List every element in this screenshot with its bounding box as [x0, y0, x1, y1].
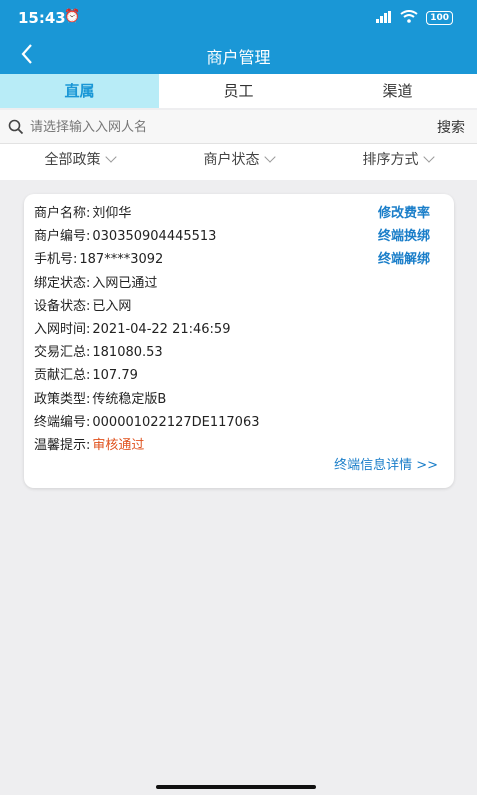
field-label: 温馨提示: — [34, 437, 91, 453]
search-input[interactable] — [30, 115, 420, 139]
merchant-info: 商户名称: 刘仰华 商户编号: 030350904445513 手机号: 187***… — [34, 202, 260, 457]
device-status: 已入网 — [92, 298, 132, 314]
home-indicator[interactable] — [156, 785, 316, 789]
trade-total: 181080.53 — [92, 345, 163, 361]
info-row-policy: 政策类型: 传统稳定版B — [34, 388, 260, 411]
join-time: 2021-04-22 21:46:59 — [92, 321, 231, 337]
search-icon — [8, 119, 24, 135]
terminal-detail-link[interactable]: 终端信息详情 >> — [334, 454, 438, 473]
review-status: 审核通过 — [92, 437, 145, 453]
info-row-name: 商户名称: 刘仰华 — [34, 202, 260, 225]
field-label: 手机号: — [34, 252, 78, 268]
filter-label: 全部政策 — [44, 152, 101, 168]
phone-number: 187****3092 — [79, 252, 164, 268]
merchant-id: 030350904445513 — [92, 229, 217, 245]
terminal-rebind-button[interactable]: 终端换绑 — [378, 225, 430, 248]
merchant-actions: 修改费率 终端换绑 终端解绑 — [378, 202, 430, 271]
filter-sort[interactable]: 排序方式 — [318, 144, 477, 180]
info-row-id: 商户编号: 030350904445513 — [34, 225, 260, 248]
filter-merchant-status[interactable]: 商户状态 — [159, 144, 318, 180]
filter-label: 商户状态 — [203, 152, 260, 168]
signal-icon — [376, 10, 392, 26]
info-row-join-time: 入网时间: 2021-04-22 21:46:59 — [34, 318, 260, 341]
field-label: 贡献汇总: — [34, 368, 91, 384]
status-bar: 15:43 ⏰ 100 — [0, 0, 477, 32]
filter-label: 排序方式 — [362, 152, 419, 168]
filter-bar: 全部政策 商户状态 排序方式 — [0, 144, 477, 180]
app-header: 15:43 ⏰ 100 商户管理 — [0, 0, 477, 74]
field-label: 入网时间: — [34, 321, 91, 337]
merchant-name: 刘仰华 — [92, 206, 132, 221]
tab-bar: 直属 员工 渠道 — [0, 74, 477, 108]
alarm-icon: ⏰ — [64, 9, 81, 24]
tab-channel[interactable]: 渠道 — [318, 74, 477, 108]
field-label: 绑定状态: — [34, 275, 91, 291]
system-icons: 100 — [376, 10, 453, 26]
tab-staff[interactable]: 员工 — [159, 74, 318, 108]
info-row-phone: 手机号: 187****3092 — [34, 248, 260, 271]
info-row-trade-total: 交易汇总: 181080.53 — [34, 341, 260, 364]
bind-status: 入网已通过 — [92, 275, 158, 291]
page-title: 商户管理 — [206, 48, 271, 67]
field-label: 商户编号: — [34, 229, 91, 245]
modify-rate-button[interactable]: 修改费率 — [378, 202, 430, 225]
field-label: 交易汇总: — [34, 345, 91, 361]
field-label: 商户名称: — [34, 206, 91, 221]
chevron-down-icon — [104, 151, 117, 163]
tab-direct[interactable]: 直属 — [0, 74, 159, 108]
search-button[interactable]: 搜索 — [437, 117, 465, 137]
merchant-card: 商户名称: 刘仰华 商户编号: 030350904445513 手机号: 187***… — [24, 194, 454, 488]
field-label: 设备状态: — [34, 298, 91, 314]
field-label: 终端编号: — [34, 414, 91, 430]
terminal-id: 000001022127DE117063 — [92, 414, 260, 430]
terminal-unbind-button[interactable]: 终端解绑 — [378, 248, 430, 271]
info-row-terminal: 终端编号: 000001022127DE117063 — [34, 411, 260, 434]
chevron-down-icon — [263, 151, 276, 163]
battery-icon: 100 — [426, 11, 453, 25]
search-bar: 搜索 — [0, 110, 477, 144]
field-label: 政策类型: — [34, 391, 91, 407]
info-row-contribution: 贡献汇总: 107.79 — [34, 364, 260, 387]
status-time: 15:43 — [18, 9, 66, 27]
info-row-device-status: 设备状态: 已入网 — [34, 295, 260, 318]
policy-type: 传统稳定版B — [92, 391, 167, 407]
filter-policy[interactable]: 全部政策 — [0, 144, 159, 180]
chevron-down-icon — [422, 151, 435, 163]
info-row-tip: 温馨提示: 审核通过 — [34, 434, 260, 457]
wifi-icon — [400, 10, 418, 26]
info-row-bind-status: 绑定状态: 入网已通过 — [34, 272, 260, 295]
contribution-total: 107.79 — [92, 368, 138, 384]
